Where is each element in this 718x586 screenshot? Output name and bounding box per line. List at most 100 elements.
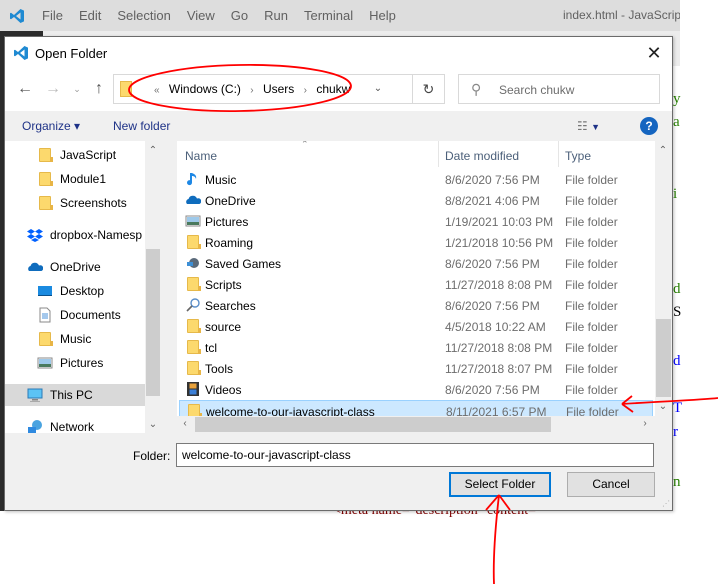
dialog-title: Open Folder bbox=[35, 45, 108, 61]
open-folder-dialog: Open Folder ✕ ← → ⌄ ↑ « Windows (C:) › U… bbox=[4, 36, 673, 511]
recent-locations-chevron-icon[interactable]: ⌄ bbox=[67, 79, 87, 99]
games-icon bbox=[185, 255, 201, 271]
back-arrow-icon[interactable]: ← bbox=[15, 79, 35, 99]
menu-view[interactable]: View bbox=[179, 8, 223, 23]
scroll-right-icon[interactable]: › bbox=[637, 416, 653, 432]
file-row[interactable]: Music 8/6/2020 7:56 PM File folder bbox=[179, 169, 653, 190]
column-header-name[interactable]: Name bbox=[185, 149, 217, 163]
file-date-modified: 11/27/2018 8:08 PM bbox=[445, 341, 553, 355]
new-folder-button[interactable]: New folder bbox=[113, 119, 170, 133]
folder-icon bbox=[37, 331, 53, 347]
command-bar: Organize ▾ New folder ☷ ▼ ? bbox=[5, 111, 672, 141]
nav-item-label: Documents bbox=[60, 308, 121, 322]
nav-item-network[interactable]: Network bbox=[5, 416, 145, 433]
folder-name-input[interactable] bbox=[176, 443, 654, 467]
menu-help[interactable]: Help bbox=[361, 8, 404, 23]
folder-icon bbox=[185, 339, 201, 355]
file-row[interactable]: Roaming 1/21/2018 10:56 PM File folder bbox=[179, 232, 653, 253]
breadcrumb-chevron-icon[interactable]: › bbox=[304, 85, 307, 96]
nav-item-music[interactable]: Music bbox=[5, 328, 145, 350]
file-type: File folder bbox=[565, 194, 618, 208]
menu-selection[interactable]: Selection bbox=[109, 8, 178, 23]
navigation-pane: JavaScript Module1 Screenshots dropbox-Name… bbox=[5, 141, 160, 433]
file-list-header: ⌃ Name Date modified Type bbox=[177, 141, 655, 167]
refresh-icon[interactable]: ↻ bbox=[412, 75, 444, 103]
menu-terminal[interactable]: Terminal bbox=[296, 8, 361, 23]
file-name: Scripts bbox=[205, 278, 242, 292]
file-row[interactable]: Searches 8/6/2020 7:56 PM File folder bbox=[179, 295, 653, 316]
file-row[interactable]: Tools 11/27/2018 8:07 PM File folder bbox=[179, 358, 653, 379]
menu-edit[interactable]: Edit bbox=[71, 8, 109, 23]
code-fragment: r bbox=[673, 424, 678, 440]
file-list: ⌃ Name Date modified Type Music 8/6/2020 … bbox=[177, 141, 655, 433]
navigation-pane-scrollbar[interactable]: ⌃ ⌄ bbox=[145, 141, 161, 433]
file-row[interactable]: OneDrive 8/8/2021 4:06 PM File folder bbox=[179, 190, 653, 211]
scroll-down-icon[interactable]: ⌄ bbox=[145, 417, 161, 433]
column-divider[interactable] bbox=[558, 141, 559, 167]
nav-item-onedrive[interactable]: OneDrive bbox=[5, 256, 145, 278]
file-row[interactable]: Pictures 1/19/2021 10:03 PM File folder bbox=[179, 211, 653, 232]
vscode-menubar: File Edit Selection View Go Run Terminal… bbox=[0, 0, 680, 31]
file-date-modified: 11/27/2018 8:08 PM bbox=[445, 278, 553, 292]
folder-icon bbox=[37, 171, 53, 187]
dropbox-icon bbox=[27, 227, 43, 243]
column-header-type[interactable]: Type bbox=[565, 149, 591, 163]
search-box[interactable]: ⚲ Search chukw bbox=[458, 74, 660, 104]
file-name: Saved Games bbox=[205, 257, 282, 271]
code-fragment: S bbox=[673, 304, 682, 320]
scrollbar-thumb[interactable] bbox=[195, 417, 551, 432]
scrollbar-thumb[interactable] bbox=[146, 249, 160, 396]
nav-item-documents[interactable]: Documents bbox=[5, 304, 145, 326]
address-bar[interactable]: « Windows (C:) › Users › chukw ⌄ ↻ bbox=[113, 74, 445, 104]
file-row[interactable]: Scripts 11/27/2018 8:08 PM File folder bbox=[179, 274, 653, 295]
file-row[interactable]: tcl 11/27/2018 8:08 PM File folder bbox=[179, 337, 653, 358]
file-name: tcl bbox=[205, 341, 217, 355]
cancel-button[interactable]: Cancel bbox=[567, 472, 655, 497]
close-icon[interactable]: ✕ bbox=[642, 41, 666, 65]
nav-item-label: JavaScript bbox=[60, 148, 117, 162]
nav-item-this-pc[interactable]: This PC bbox=[5, 384, 145, 406]
column-header-date-modified[interactable]: Date modified bbox=[445, 149, 519, 163]
folder-icon bbox=[185, 276, 201, 292]
nav-item-screenshots[interactable]: Screenshots bbox=[5, 192, 145, 214]
organize-menu-button[interactable]: Organize ▾ bbox=[22, 119, 80, 133]
address-dropdown-chevron-icon[interactable]: ⌄ bbox=[362, 75, 394, 103]
view-options-icon[interactable]: ☷ ▼ bbox=[577, 119, 600, 133]
select-folder-button[interactable]: Select Folder bbox=[449, 472, 551, 497]
breadcrumb-windows-c[interactable]: Windows (C:) bbox=[169, 82, 241, 96]
nav-item-pictures[interactable]: Pictures bbox=[5, 352, 145, 374]
breadcrumb-overflow[interactable]: « bbox=[154, 85, 160, 96]
up-arrow-icon[interactable]: ↑ bbox=[89, 79, 109, 99]
file-type: File folder bbox=[565, 299, 618, 313]
breadcrumb-users[interactable]: Users bbox=[263, 82, 294, 96]
breadcrumb-chevron-icon[interactable]: › bbox=[250, 85, 253, 96]
nav-item-dropbox-namesp[interactable]: dropbox-Namesp bbox=[5, 224, 145, 246]
scroll-up-icon[interactable]: ⌃ bbox=[655, 143, 671, 159]
file-list-vertical-scrollbar[interactable]: ⌃ ⌄ bbox=[655, 141, 672, 416]
menu-run[interactable]: Run bbox=[256, 8, 296, 23]
forward-arrow-icon[interactable]: → bbox=[43, 79, 63, 99]
file-list-horizontal-scrollbar[interactable]: ‹ › bbox=[177, 416, 655, 433]
scroll-up-icon[interactable]: ⌃ bbox=[145, 143, 161, 159]
search-icon: ⚲ bbox=[471, 81, 482, 97]
search-icon bbox=[185, 297, 201, 313]
scroll-down-icon[interactable]: ⌄ bbox=[655, 399, 671, 415]
scroll-left-icon[interactable]: ‹ bbox=[177, 416, 193, 432]
file-row[interactable]: Videos 8/6/2020 7:56 PM File folder bbox=[179, 379, 653, 400]
column-divider[interactable] bbox=[438, 141, 439, 167]
breadcrumb-chukw[interactable]: chukw bbox=[316, 82, 350, 96]
folder-icon bbox=[37, 147, 53, 163]
scrollbar-thumb[interactable] bbox=[656, 319, 671, 397]
resize-grip-icon[interactable]: ⋰ bbox=[662, 499, 670, 508]
sort-ascending-icon: ⌃ bbox=[301, 141, 309, 149]
network-icon bbox=[27, 419, 43, 433]
nav-item-desktop[interactable]: Desktop bbox=[5, 280, 145, 302]
file-name: Searches bbox=[205, 299, 256, 313]
menu-go[interactable]: Go bbox=[223, 8, 256, 23]
nav-item-javascript[interactable]: JavaScript bbox=[5, 144, 145, 166]
menu-file[interactable]: File bbox=[34, 8, 71, 23]
file-row[interactable]: Saved Games 8/6/2020 7:56 PM File folder bbox=[179, 253, 653, 274]
file-row[interactable]: source 4/5/2018 10:22 AM File folder bbox=[179, 316, 653, 337]
nav-item-module1[interactable]: Module1 bbox=[5, 168, 145, 190]
help-icon[interactable]: ? bbox=[640, 117, 658, 135]
